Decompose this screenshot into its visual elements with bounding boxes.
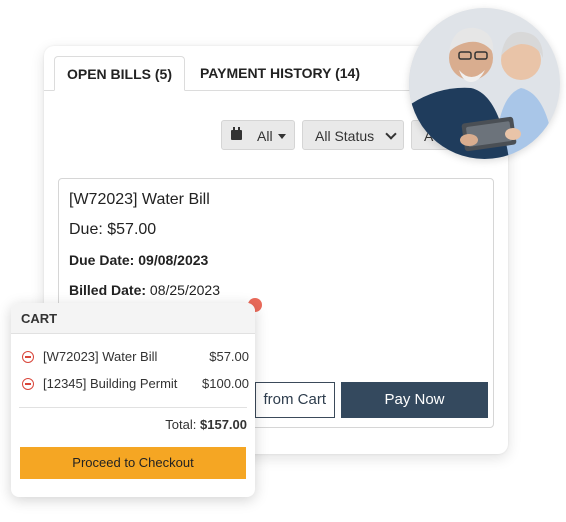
bill-due-amount: Due: $57.00: [69, 221, 157, 238]
proceed-to-checkout-button[interactable]: Proceed to Checkout: [20, 447, 246, 479]
bill-billed-date: Billed Date: 08/25/2023: [69, 282, 220, 298]
bill-due-date: Due Date: 09/08/2023: [69, 252, 208, 268]
billed-date-label: Billed Date:: [69, 282, 147, 298]
cart-item-amount: $100.00: [202, 376, 249, 391]
customer-photo: [409, 8, 560, 159]
remove-circle-icon[interactable]: [22, 378, 34, 390]
seniors-with-tablet-illustration: [409, 8, 560, 159]
calendar-icon: [231, 127, 242, 140]
tab-payment-history[interactable]: PAYMENT HISTORY (14): [190, 56, 370, 90]
chevron-down-icon: [385, 128, 397, 140]
cart-header: CART: [11, 303, 255, 334]
remove-circle-icon[interactable]: [22, 351, 34, 363]
cart-item-name: [12345] Building Permit: [43, 376, 178, 391]
cart-item-amount: $57.00: [209, 349, 249, 364]
cart-total-value: $157.00: [200, 417, 247, 432]
tab-open-bills[interactable]: OPEN BILLS (5): [54, 56, 185, 91]
due-date-value: 09/08/2023: [138, 252, 209, 268]
remove-from-cart-button[interactable]: from Cart: [255, 382, 335, 418]
cart-item-name: [W72023] Water Bill: [43, 349, 158, 364]
date-filter-value: All: [257, 128, 273, 144]
cart-item: [12345] Building Permit $100.00: [19, 375, 249, 393]
cart-total: Total: $157.00: [165, 417, 247, 432]
cart-title: CART: [21, 311, 58, 326]
pay-now-button[interactable]: Pay Now: [341, 382, 488, 418]
bill-title: [W72023] Water Bill: [69, 191, 210, 208]
status-filter-value: All Status: [315, 128, 375, 144]
cart-popup: CART [W72023] Water Bill $57.00 [12345] …: [11, 303, 255, 497]
status-filter-select[interactable]: All Status: [302, 120, 404, 150]
billed-date-value: 08/25/2023: [149, 282, 220, 298]
cart-divider: [19, 407, 247, 408]
cart-total-label: Total:: [165, 417, 197, 432]
due-date-label: Due Date:: [69, 252, 135, 268]
date-filter-dropdown[interactable]: All: [221, 120, 295, 150]
caret-down-icon: [278, 134, 286, 139]
cart-item: [W72023] Water Bill $57.00: [19, 348, 249, 366]
